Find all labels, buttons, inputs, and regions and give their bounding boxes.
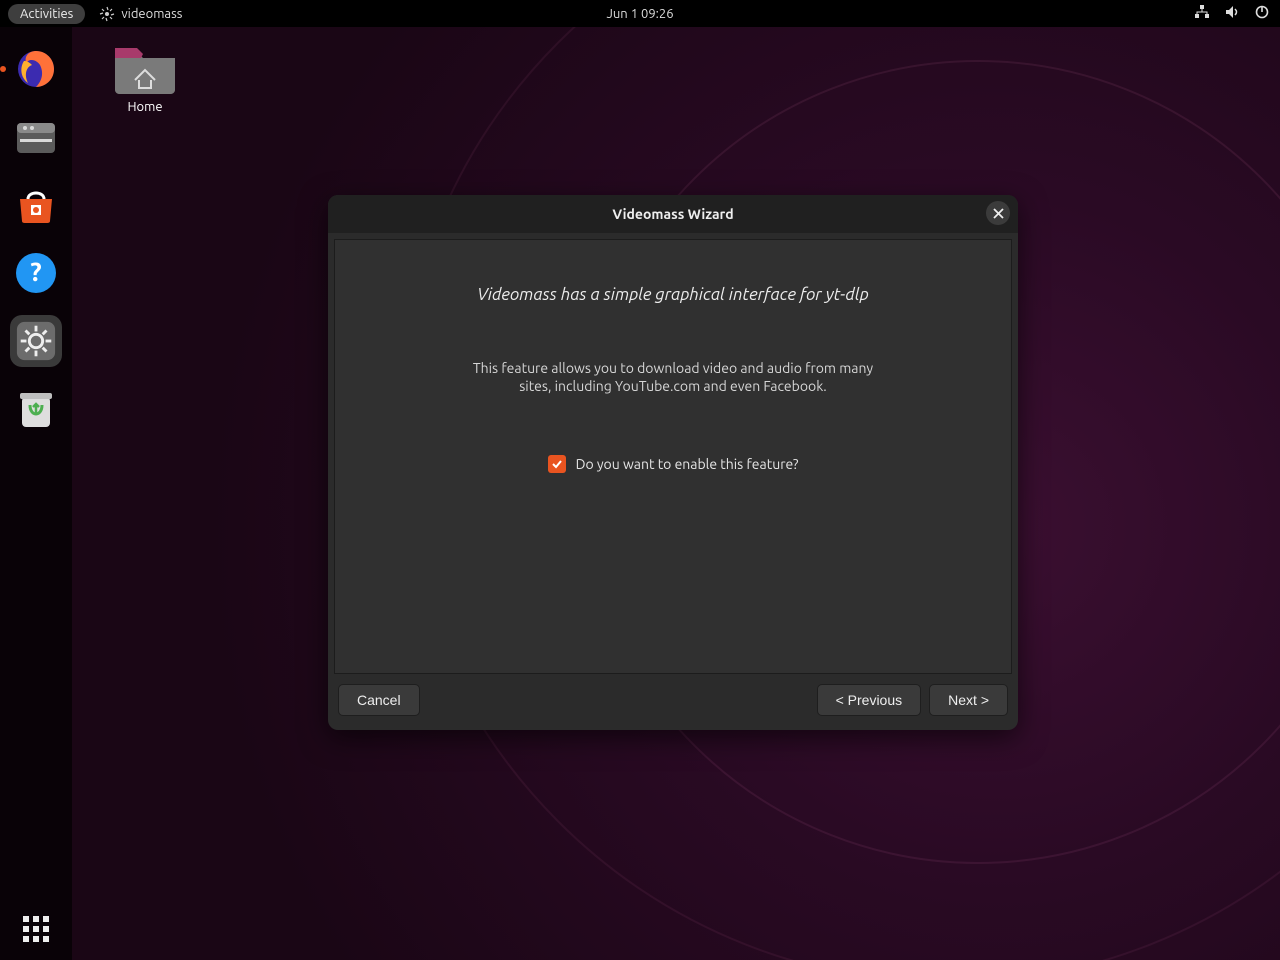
cancel-button[interactable]: Cancel <box>338 684 420 716</box>
dock-help[interactable]: ? <box>10 247 62 299</box>
close-button[interactable] <box>986 201 1010 225</box>
wizard-description: This feature allows you to download vide… <box>458 359 888 395</box>
dock: ? <box>0 27 72 960</box>
dock-files[interactable] <box>10 111 62 163</box>
activities-button[interactable]: Activities <box>8 4 85 24</box>
dialog-footer: Cancel < Previous Next > <box>328 680 1018 730</box>
check-icon <box>551 458 563 470</box>
home-folder-icon <box>113 42 177 94</box>
enable-feature-checkbox[interactable] <box>548 455 566 473</box>
svg-text:?: ? <box>30 257 41 286</box>
enable-feature-row[interactable]: Do you want to enable this feature? <box>548 455 799 473</box>
dialog-body: Videomass has a simple graphical interfa… <box>334 239 1012 674</box>
dock-settings[interactable] <box>10 315 62 367</box>
files-icon <box>14 117 58 157</box>
software-store-icon <box>14 183 58 227</box>
next-button[interactable]: Next > <box>929 684 1008 716</box>
dock-trash[interactable] <box>10 383 62 435</box>
current-app-indicator[interactable]: videomass <box>99 6 182 22</box>
desktop-home-label: Home <box>105 100 185 114</box>
firefox-icon <box>14 47 58 91</box>
volume-icon[interactable] <box>1224 4 1240 23</box>
dock-software[interactable] <box>10 179 62 231</box>
network-icon[interactable] <box>1194 4 1210 23</box>
current-app-name: videomass <box>121 7 182 21</box>
power-icon[interactable] <box>1254 4 1270 23</box>
dialog-title: Videomass Wizard <box>612 206 733 222</box>
settings-gear-icon <box>15 320 57 362</box>
enable-feature-label: Do you want to enable this feature? <box>576 456 799 472</box>
dock-firefox[interactable] <box>10 43 62 95</box>
top-bar: Activities videomass Jun 1 09:26 <box>0 0 1280 27</box>
show-applications-button[interactable] <box>23 916 49 942</box>
close-icon <box>993 208 1004 219</box>
wizard-headline: Videomass has a simple graphical interfa… <box>477 285 869 304</box>
trash-icon <box>16 387 56 431</box>
previous-button[interactable]: < Previous <box>817 684 922 716</box>
videomass-app-icon <box>99 6 115 22</box>
desktop-home-icon[interactable]: Home <box>105 42 185 114</box>
videomass-wizard-dialog: Videomass Wizard Videomass has a simple … <box>328 195 1018 730</box>
help-icon: ? <box>14 251 58 295</box>
dialog-titlebar[interactable]: Videomass Wizard <box>328 195 1018 233</box>
clock[interactable]: Jun 1 09:26 <box>606 7 673 21</box>
